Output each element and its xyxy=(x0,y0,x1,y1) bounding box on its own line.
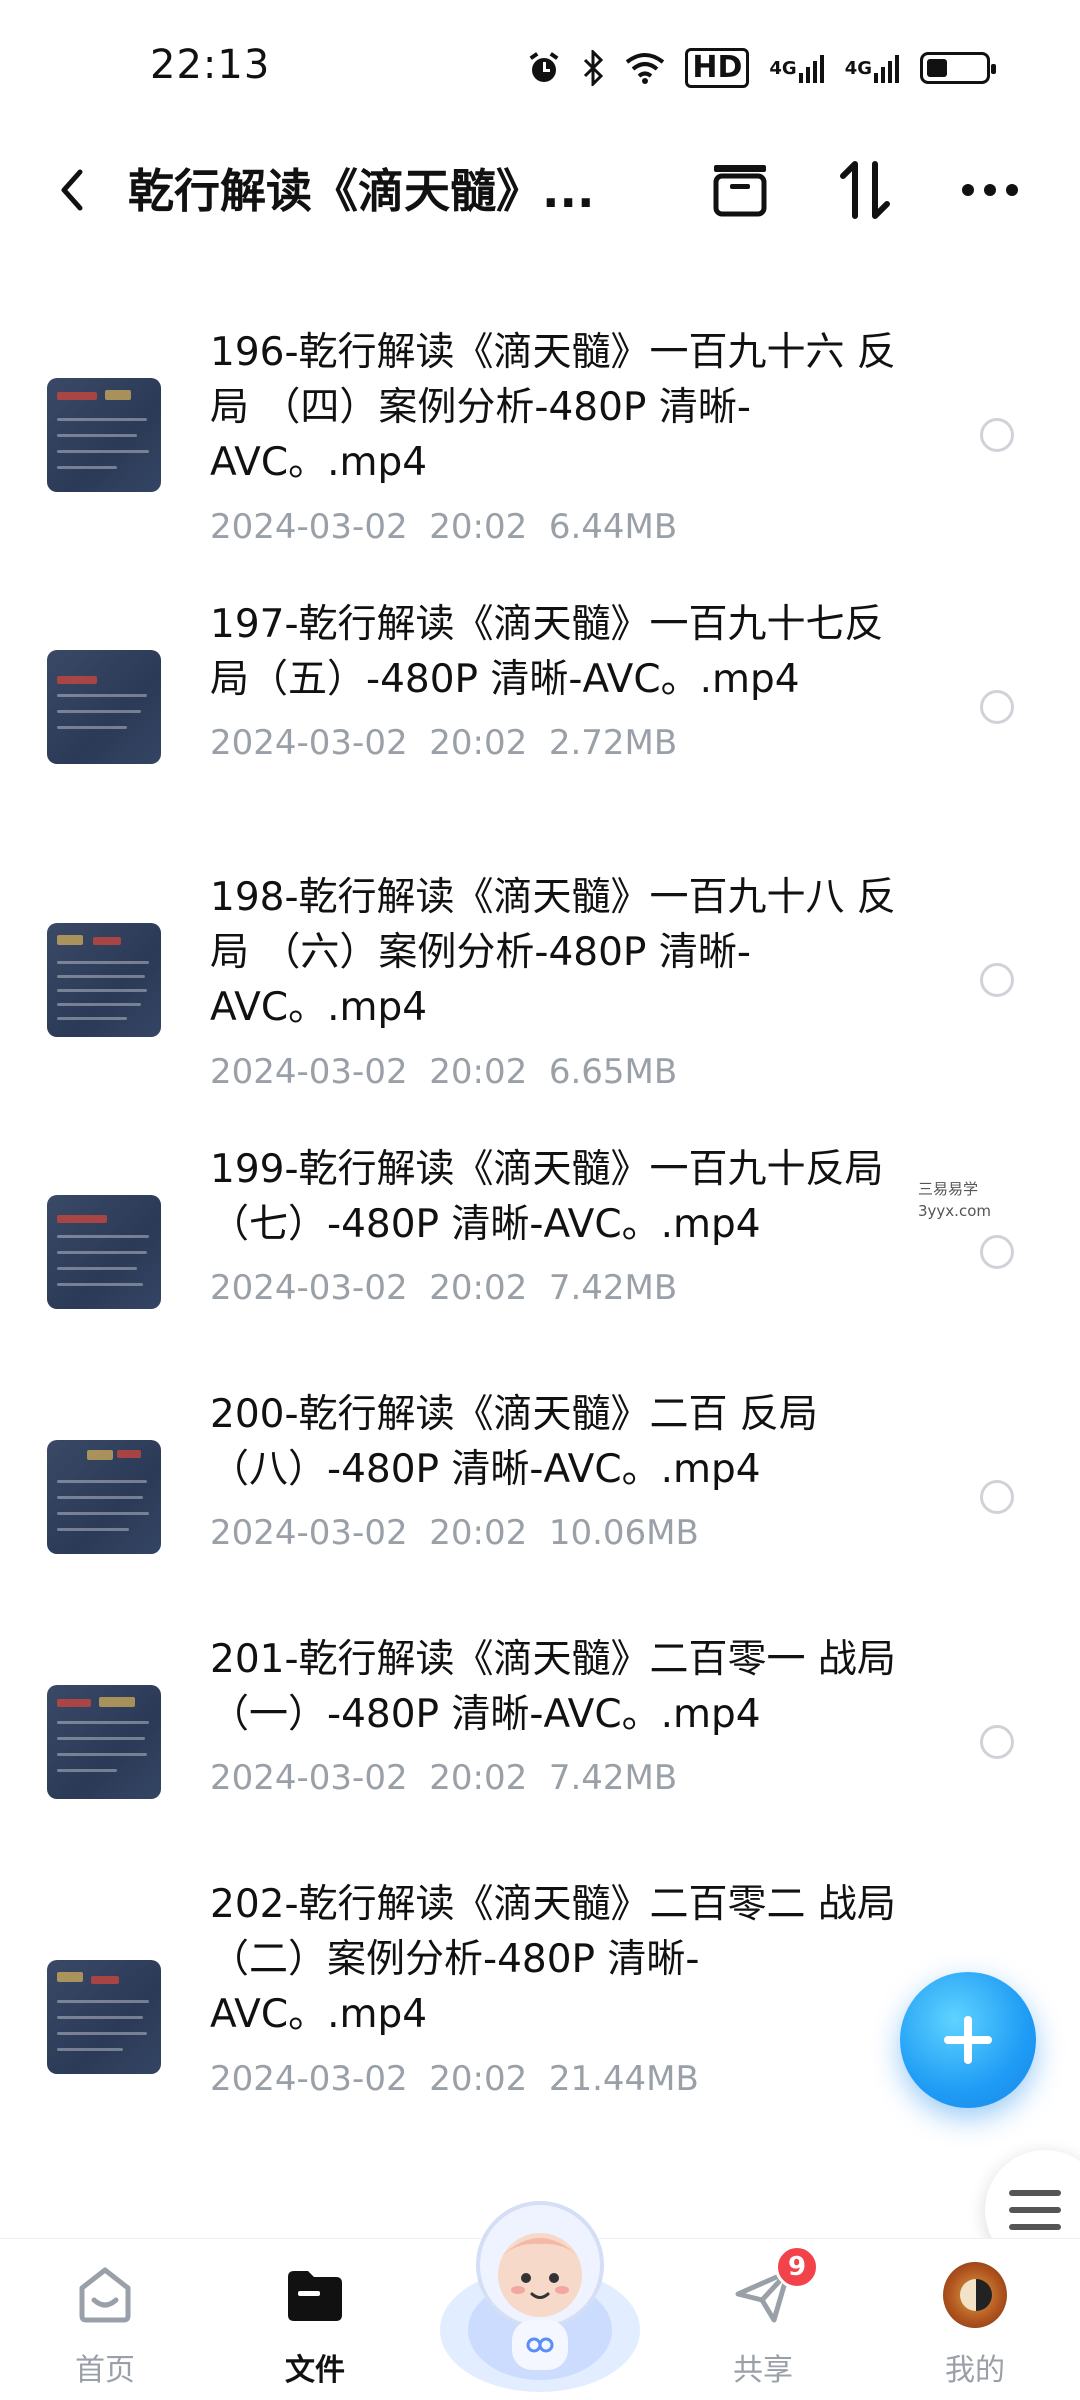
file-meta: 2024-03-02 20:02 6.65MB xyxy=(210,1050,677,1094)
folder-icon xyxy=(283,2263,347,2327)
file-name: 201-乾行解读《滴天髓》二百零一 战局（一）-480P 清晰-AVC。.mp4 xyxy=(210,1637,896,1737)
file-date: 2024-03-02 xyxy=(210,1758,408,1798)
video-thumbnail xyxy=(47,923,161,1037)
paper-plane-icon: 9 xyxy=(731,2245,819,2327)
file-meta: 2024-03-02 20:02 7.42MB xyxy=(210,1266,677,1310)
watermark-line1: 三易易学 xyxy=(918,1180,979,1198)
file-time: 20:02 xyxy=(429,1513,528,1553)
video-thumbnail xyxy=(47,1440,161,1554)
wifi-icon xyxy=(625,48,665,88)
file-meta: 2024-03-02 20:02 6.44MB xyxy=(210,505,677,549)
watermark: 三易易学 3yyx.com xyxy=(918,1178,991,1222)
select-radio[interactable] xyxy=(980,690,1014,724)
select-radio[interactable] xyxy=(980,963,1014,997)
chevron-left-icon[interactable] xyxy=(46,160,106,220)
screen: 22:13 HD 4G 4G 乾行解读《滴天髓》... 196-乾行解读《滴天髓… xyxy=(0,0,1080,2400)
file-size: 10.06MB xyxy=(548,1513,699,1553)
user-avatar xyxy=(943,2262,1007,2328)
nav-label-mine: 我的 xyxy=(945,2353,1005,2388)
file-meta: 2024-03-02 20:02 21.44MB xyxy=(210,2057,699,2101)
file-meta: 2024-03-02 20:02 7.42MB xyxy=(210,1756,677,1800)
file-size: 7.42MB xyxy=(548,1758,678,1798)
network-type-label: 4G xyxy=(769,57,797,79)
file-date: 2024-03-02 xyxy=(210,1513,408,1553)
hd-icon: HD xyxy=(685,48,750,88)
add-button[interactable] xyxy=(900,1972,1036,2108)
menu-icon xyxy=(1009,2190,1061,2230)
box-icon[interactable] xyxy=(705,155,775,225)
nav-label-files: 文件 xyxy=(285,2353,345,2388)
file-name: 200-乾行解读《滴天髓》二百 反局（八）-480P 清晰-AVC。.mp4 xyxy=(210,1392,818,1492)
signal-4g-icon-2: 4G xyxy=(845,48,900,88)
file-size: 6.44MB xyxy=(548,507,678,547)
mascot-assistant-button[interactable] xyxy=(430,2180,650,2400)
file-date: 2024-03-02 xyxy=(210,1052,408,1092)
file-size: 21.44MB xyxy=(548,2059,699,2099)
select-radio[interactable] xyxy=(980,418,1014,452)
file-date: 2024-03-02 xyxy=(210,2059,408,2099)
page-title: 乾行解读《滴天髓》... xyxy=(128,164,595,218)
nav-item-files[interactable]: 文件 xyxy=(240,2239,390,2400)
app-header: 乾行解读《滴天髓》... xyxy=(0,130,1080,260)
alarm-icon xyxy=(527,48,561,88)
file-meta: 2024-03-02 20:02 10.06MB xyxy=(210,1511,699,1555)
video-thumbnail xyxy=(47,1195,161,1309)
file-time: 20:02 xyxy=(429,1268,528,1308)
status-icons: HD 4G 4G xyxy=(527,48,996,88)
file-name: 199-乾行解读《滴天髓》一百九十反局（七）-480P 清晰-AVC。.mp4 xyxy=(210,1147,884,1247)
nav-label-share: 共享 xyxy=(733,2353,793,2388)
file-time: 20:02 xyxy=(429,2059,528,2099)
sort-icon[interactable] xyxy=(830,155,900,225)
plus-icon xyxy=(944,2016,992,2064)
select-radio[interactable] xyxy=(980,1235,1014,1269)
file-time: 20:02 xyxy=(429,507,528,547)
file-date: 2024-03-02 xyxy=(210,1268,408,1308)
select-radio[interactable] xyxy=(980,1480,1014,1514)
file-meta: 2024-03-02 20:02 2.72MB xyxy=(210,721,677,765)
file-name: 202-乾行解读《滴天髓》二百零二 战局（二）案例分析-480P 清晰-AVC。… xyxy=(210,1882,896,2037)
home-icon xyxy=(73,2263,137,2327)
file-size: 7.42MB xyxy=(548,1268,678,1308)
video-thumbnail xyxy=(47,1960,161,2074)
battery-icon xyxy=(920,52,996,84)
notification-badge: 9 xyxy=(775,2245,819,2289)
file-name: 196-乾行解读《滴天髓》一百九十六 反局 （四）案例分析-480P 清晰-AV… xyxy=(210,330,896,485)
file-time: 20:02 xyxy=(429,1758,528,1798)
file-size: 6.65MB xyxy=(548,1052,678,1092)
file-date: 2024-03-02 xyxy=(210,723,408,763)
video-thumbnail xyxy=(47,650,161,764)
status-time: 22:13 xyxy=(150,42,271,88)
file-name: 197-乾行解读《滴天髓》一百九十七反局（五）-480P 清晰-AVC。.mp4 xyxy=(210,602,884,702)
file-name: 198-乾行解读《滴天髓》一百九十八 反局 （六）案例分析-480P 清晰-AV… xyxy=(210,875,896,1030)
status-bar: 22:13 HD 4G 4G xyxy=(0,0,1080,130)
video-thumbnail xyxy=(47,1685,161,1799)
select-radio[interactable] xyxy=(980,1725,1014,1759)
network-type-label-2: 4G xyxy=(844,57,872,79)
battery-level xyxy=(927,59,947,77)
nav-item-share[interactable]: 9 共享 xyxy=(688,2239,838,2400)
nav-label-home: 首页 xyxy=(75,2353,135,2388)
watermark-line2: 3yyx.com xyxy=(918,1202,991,1220)
more-icon[interactable] xyxy=(955,155,1025,225)
video-thumbnail xyxy=(47,378,161,492)
file-size: 2.72MB xyxy=(548,723,678,763)
file-time: 20:02 xyxy=(429,1052,528,1092)
nav-item-home[interactable]: 首页 xyxy=(30,2239,180,2400)
nav-item-mine[interactable]: 我的 xyxy=(900,2239,1050,2400)
file-time: 20:02 xyxy=(429,723,528,763)
bluetooth-icon xyxy=(581,48,605,88)
signal-4g-icon: 4G xyxy=(769,48,824,88)
file-date: 2024-03-02 xyxy=(210,507,408,547)
avatar-icon xyxy=(943,2262,1007,2328)
